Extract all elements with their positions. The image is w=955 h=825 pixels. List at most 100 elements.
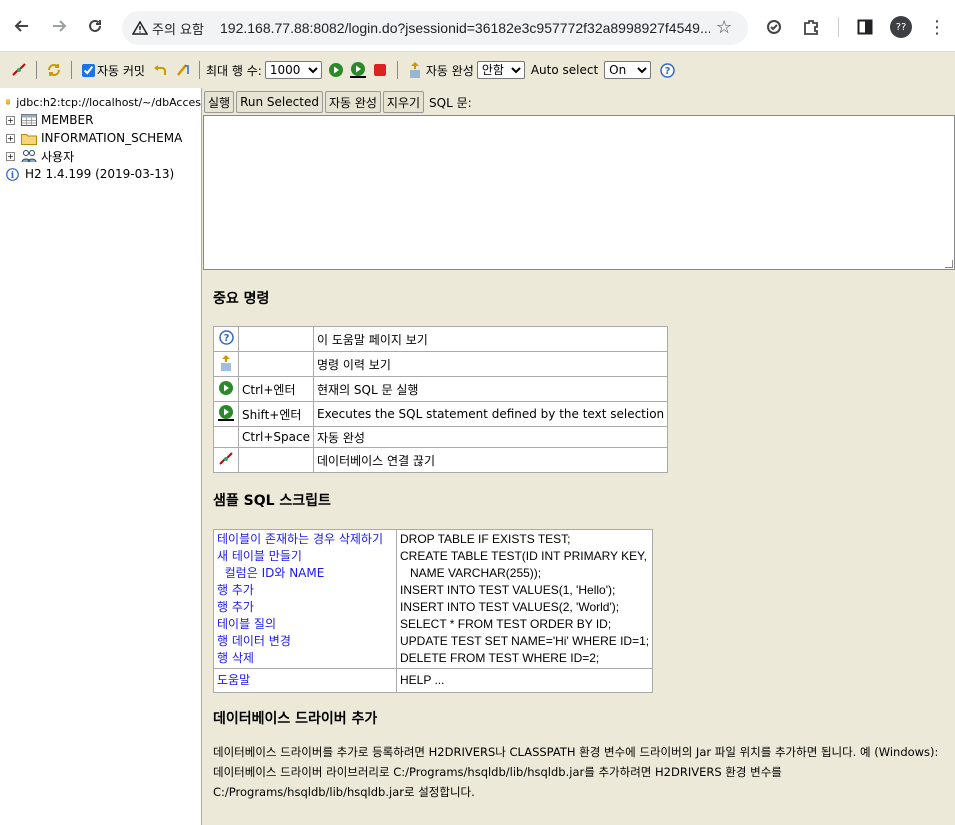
version-label: H2 1.4.199 (2019-03-13): [25, 167, 175, 181]
query-buttons: 실행 Run Selected 자동 완성 지우기 SQL 문:: [202, 90, 472, 114]
sample-sql-table: 테이블이 존재하는 경우 삭제하기 새 테이블 만들기 컬럼은 ID와 NAME…: [213, 529, 654, 693]
help-link[interactable]: 도움말: [217, 672, 393, 689]
forward-button[interactable]: [46, 13, 72, 39]
url-text[interactable]: 192.168.77.88:8082/login.do?jsessionid=3…: [220, 20, 710, 36]
shortcut-cell: Ctrl+엔터: [238, 376, 314, 402]
description-cell: 현재의 SQL 문 실행: [312, 376, 669, 402]
description-cell: 이 도움말 페이지 보기: [312, 326, 669, 352]
clear-button[interactable]: 지우기: [382, 91, 425, 113]
table-row: ? 이 도움말 페이지 보기: [213, 326, 669, 352]
svg-text:i: i: [11, 171, 15, 181]
sample-link-update[interactable]: 행 데이터 변경: [217, 633, 393, 650]
reload-button[interactable]: [82, 13, 108, 39]
sample-link-insert-1[interactable]: 행 추가: [217, 582, 393, 599]
rollback-icon[interactable]: [151, 61, 169, 79]
table-row: Shift+엔터 Executes the SQL statement defi…: [213, 401, 669, 427]
autocomplete-button[interactable]: 자동 완성: [324, 91, 381, 113]
version-row: i H2 1.4.199 (2019-03-13): [0, 165, 201, 183]
address-bar[interactable]: 주의 요함 192.168.77.88:8082/login.do?jsessi…: [122, 11, 748, 45]
side-panel-icon[interactable]: [854, 16, 876, 38]
tree-item-label: INFORMATION_SCHEMA: [41, 131, 183, 145]
sample-code-line: NAME VARCHAR(255));: [400, 566, 542, 580]
sample-link-create[interactable]: 새 테이블 만들기: [217, 548, 393, 565]
run-selected-button[interactable]: Run Selected: [236, 91, 323, 113]
connection-label: jdbc:h2:tcp://localhost/~/dbAcces: [16, 95, 201, 109]
extensions-icon[interactable]: [800, 16, 822, 38]
run-selected-icon[interactable]: [349, 61, 367, 79]
history-icon: [213, 351, 239, 377]
description-cell: 명령 이력 보기: [312, 351, 669, 377]
help-link-cell: 도움말: [213, 668, 397, 693]
sample-link-insert-2[interactable]: 행 추가: [217, 599, 393, 616]
samples-heading: 샘플 SQL 스크립트: [213, 493, 331, 509]
run-icon[interactable]: [327, 61, 345, 79]
toolbar-separator: [36, 61, 37, 79]
info-icon: i: [6, 167, 19, 181]
shortcut-cell: [238, 326, 314, 352]
sample-code-line: DROP TABLE IF EXISTS TEST;: [400, 532, 571, 546]
refresh-icon[interactable]: [45, 61, 63, 79]
autocomplete-select[interactable]: 안함: [476, 61, 525, 79]
back-button[interactable]: [9, 13, 35, 39]
bookmark-star-icon[interactable]: ☆: [716, 17, 732, 38]
sample-code-line: INSERT INTO TEST VALUES(1, 'Hello');: [400, 583, 616, 597]
description-cell: 자동 완성: [312, 426, 669, 448]
disconnect-icon[interactable]: [10, 61, 28, 79]
sample-link-delete[interactable]: 행 삭제: [217, 650, 393, 667]
shortcut-cell: Ctrl+Space: [238, 426, 314, 448]
h2-toolbar: 자동 커밋 최대 행 수: 1000 자동 완성 안함 Auto select …: [0, 52, 955, 88]
autocommit-checkbox[interactable]: [82, 63, 95, 77]
disconnect-icon: [213, 447, 239, 473]
autocomplete-label: 자동 완성: [425, 63, 474, 78]
toolbar-separator: [396, 61, 398, 79]
sample-link-select[interactable]: 테이블 질의: [217, 616, 393, 633]
toolbar-separator: [198, 61, 200, 79]
autoselect-label: Auto select: [530, 63, 599, 77]
toolbar-separator: [71, 61, 72, 79]
sample-code-line: SELECT * FROM TEST ORDER BY ID;: [400, 617, 612, 631]
table-row: 데이터베이스 연결 끊기: [213, 447, 669, 473]
empty-icon-cell: [213, 426, 239, 448]
autoselect-select[interactable]: On: [604, 61, 652, 79]
folder-icon: [21, 133, 37, 145]
help-icon[interactable]: ?: [658, 61, 676, 79]
run-button[interactable]: 실행: [204, 91, 235, 113]
tree-item-member[interactable]: + MEMBER: [0, 111, 201, 129]
sample-link-drop[interactable]: 테이블이 존재하는 경우 삭제하기: [217, 531, 393, 548]
description-cell: Executes the SQL statement defined by th…: [312, 401, 669, 427]
important-commands-table: ? 이 도움말 페이지 보기 명령 이력 보기 Ctrl+엔터 현재의 SQL …: [213, 326, 669, 473]
commit-icon[interactable]: [173, 61, 191, 79]
connection-node[interactable]: jdbc:h2:tcp://localhost/~/dbAcces: [0, 93, 201, 111]
sample-code-line: CREATE TABLE TEST(ID INT PRIMARY KEY,: [400, 549, 647, 563]
max-rows-label: 최대 행 수:: [205, 63, 262, 78]
drivers-paragraph: 데이터베이스 드라이버를 추가로 등록하려면 H2DRIVERS나 CLASSP…: [213, 745, 939, 799]
important-heading: 중요 명령: [213, 291, 270, 307]
security-chip[interactable]: 주의 요함: [132, 19, 204, 38]
svg-text:?: ?: [664, 66, 670, 77]
sample-code-line: UPDATE TEST SET NAME='Hi' WHERE ID=1;: [400, 634, 650, 648]
tree-item-information-schema[interactable]: + INFORMATION_SCHEMA: [0, 129, 201, 147]
expand-icon[interactable]: +: [6, 115, 15, 125]
profile-avatar[interactable]: ??: [890, 16, 912, 38]
menu-kebab-icon[interactable]: ⋮: [926, 16, 948, 38]
history-sync-icon[interactable]: [763, 16, 785, 38]
expand-icon[interactable]: +: [6, 151, 15, 161]
forward-arrow-icon: [53, 20, 67, 32]
autocommit-label: 자동 커밋: [97, 63, 145, 78]
tree-item-users[interactable]: + 사용자: [0, 147, 201, 165]
sql-editor[interactable]: [203, 115, 955, 270]
run-icon: [213, 376, 239, 402]
stop-icon[interactable]: [371, 61, 389, 79]
table-row: 테이블이 존재하는 경우 삭제하기 새 테이블 만들기 컬럼은 ID와 NAME…: [213, 529, 654, 669]
resize-grip-icon[interactable]: [945, 260, 953, 268]
sample-link-columns[interactable]: 컬럼은 ID와 NAME: [217, 565, 393, 582]
help-code-cell: HELP ...: [395, 668, 654, 693]
table-row: 명령 이력 보기: [213, 351, 669, 377]
history-icon[interactable]: [406, 61, 424, 79]
expand-icon[interactable]: +: [6, 133, 15, 143]
max-rows-select[interactable]: 1000: [264, 61, 322, 79]
sample-code-line: INSERT INTO TEST VALUES(2, 'World');: [400, 600, 620, 614]
shortcut-cell: [238, 351, 314, 377]
back-arrow-icon: [14, 20, 28, 32]
table-row: Ctrl+Space 자동 완성: [213, 426, 669, 448]
